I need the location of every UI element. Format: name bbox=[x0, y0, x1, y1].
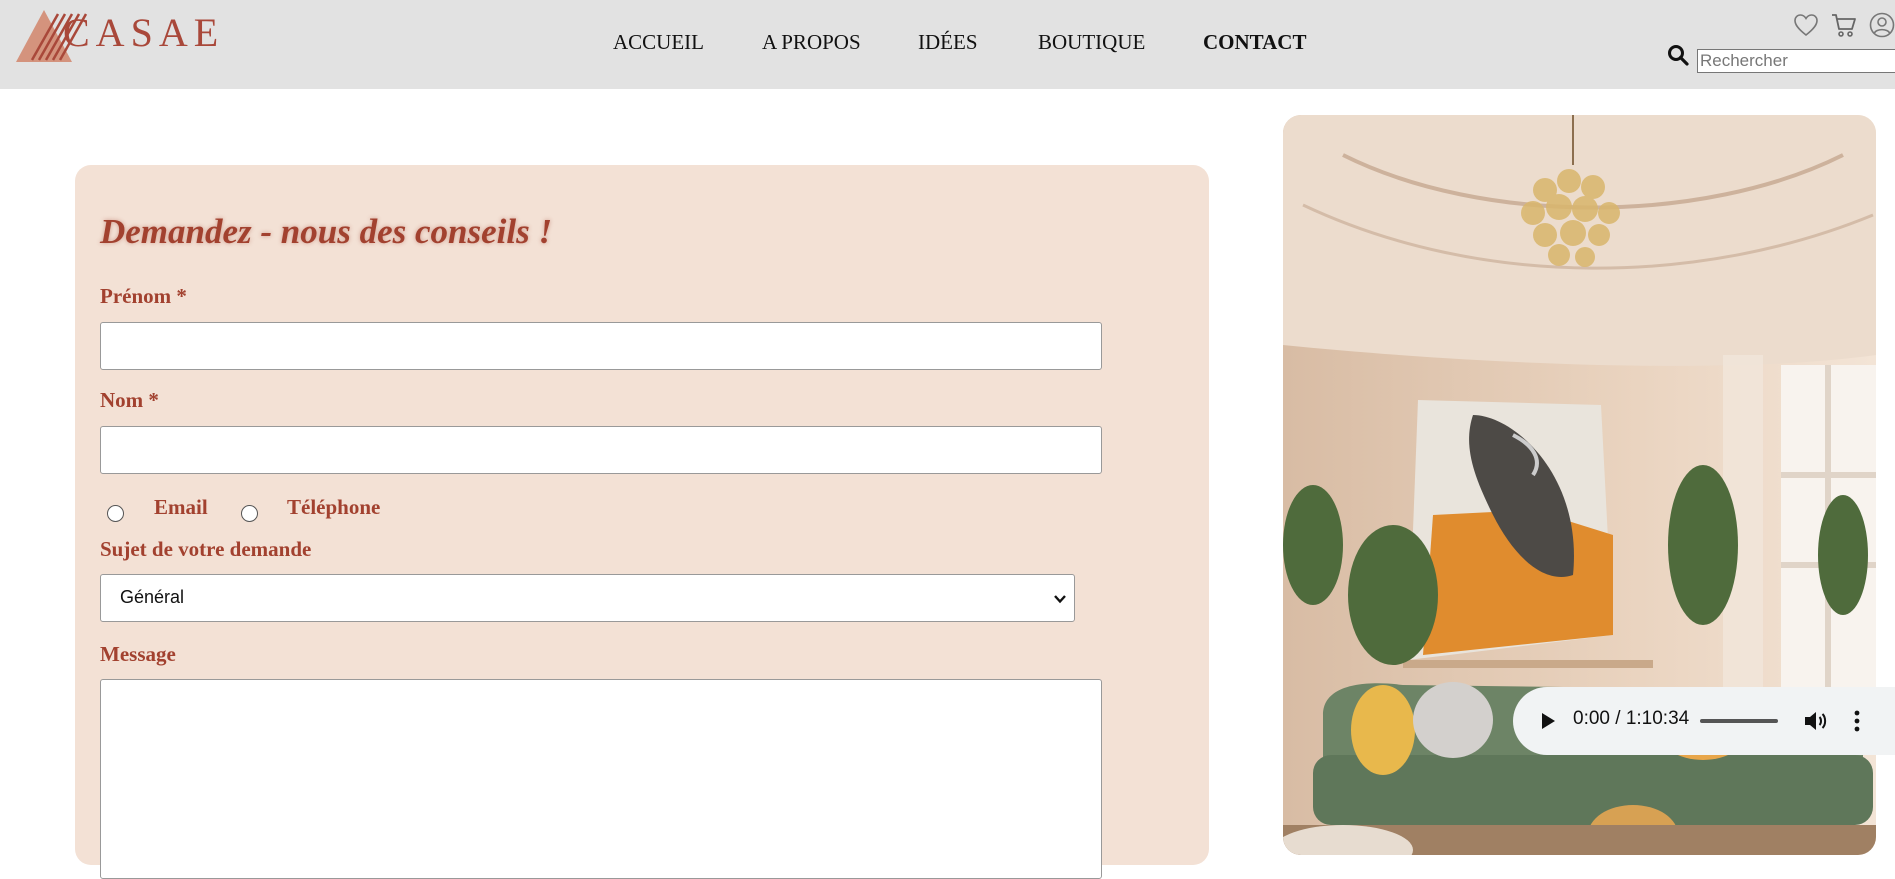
first-name-label: Prénom * bbox=[100, 284, 187, 308]
nav-accueil[interactable]: ACCUEIL bbox=[613, 30, 704, 55]
first-name-field[interactable] bbox=[100, 322, 1102, 370]
more-options-icon[interactable] bbox=[1853, 709, 1861, 733]
email-radio[interactable] bbox=[107, 505, 124, 522]
chevron-down-icon bbox=[1054, 595, 1066, 604]
nav-idees[interactable]: IDÉES bbox=[918, 30, 978, 55]
subject-label: Sujet de votre demande bbox=[100, 537, 312, 561]
search-icon[interactable] bbox=[1667, 44, 1689, 66]
subject-selected-value: Général bbox=[120, 587, 185, 607]
heart-icon[interactable] bbox=[1793, 12, 1819, 38]
site-header: CASAE ACCUEIL A PROPOS IDÉES BOUTIQUE CO… bbox=[0, 0, 1895, 89]
logo-text: CASAE bbox=[63, 10, 225, 55]
audio-progress-slider[interactable] bbox=[1700, 719, 1778, 723]
audio-player: 0:00 / 1:10:34 bbox=[1513, 687, 1895, 755]
last-name-field[interactable] bbox=[100, 426, 1102, 474]
telephone-option-label: Téléphone bbox=[287, 495, 381, 519]
nav-a-propos[interactable]: A PROPOS bbox=[762, 30, 861, 55]
play-icon[interactable] bbox=[1539, 711, 1557, 731]
nav-boutique[interactable]: BOUTIQUE bbox=[1038, 30, 1145, 55]
subject-select[interactable]: Général bbox=[100, 574, 1075, 622]
telephone-radio[interactable] bbox=[241, 505, 258, 522]
search-input[interactable] bbox=[1697, 49, 1895, 73]
volume-icon[interactable] bbox=[1803, 709, 1829, 733]
email-option-label: Email bbox=[154, 495, 208, 519]
message-label: Message bbox=[100, 642, 176, 666]
form-title: Demandez - nous des conseils ! bbox=[100, 212, 553, 251]
nav-contact[interactable]: CONTACT bbox=[1203, 30, 1306, 55]
last-name-label: Nom * bbox=[100, 388, 159, 412]
user-icon[interactable] bbox=[1869, 12, 1895, 38]
cart-icon[interactable] bbox=[1831, 12, 1857, 38]
audio-time: 0:00 / 1:10:34 bbox=[1573, 708, 1690, 729]
message-textarea[interactable] bbox=[100, 679, 1102, 879]
